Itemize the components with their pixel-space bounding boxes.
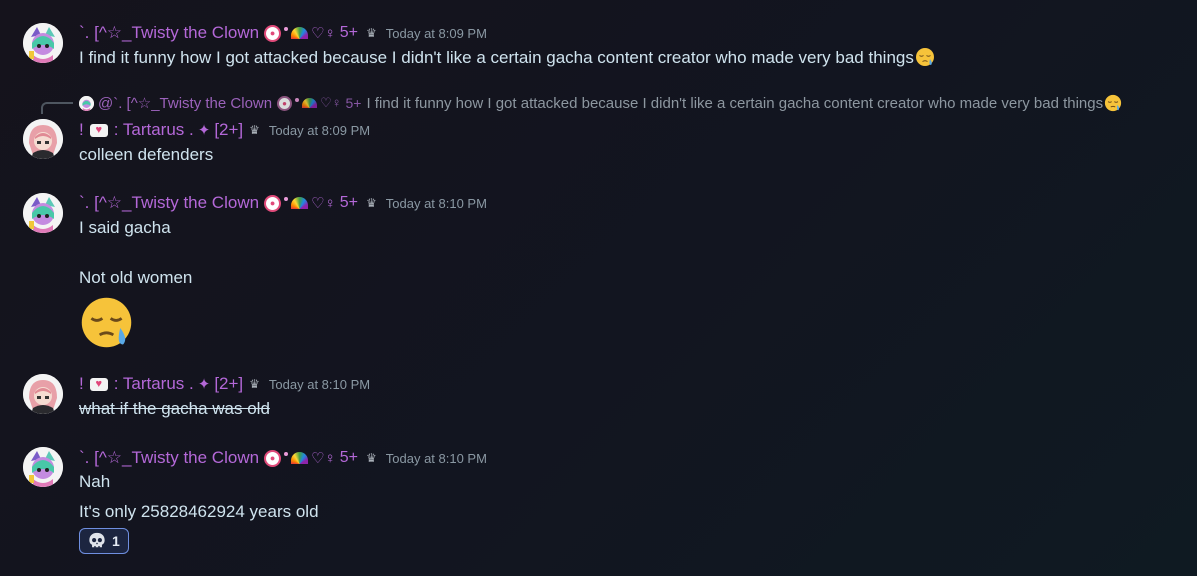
author-prefix: !: [79, 374, 84, 393]
clown-badge-icon: ●: [264, 449, 282, 467]
twisty-avatar-icon: [79, 95, 94, 111]
reply-preview[interactable]: @`. [^☆_Twisty the Clown ● ♡♀ 5+ I find …: [79, 93, 1122, 113]
timestamp: Today at 8:10 PM: [385, 195, 487, 211]
twisty-avatar-icon: [23, 23, 63, 63]
tartarus-avatar-icon: [23, 119, 63, 159]
reply-badges: ● ♡♀ 5+: [277, 95, 361, 111]
message-text: Nah: [79, 472, 111, 491]
heart-badge-icon: ♥: [89, 123, 108, 137]
message-text: I find it funny how I got attacked becau…: [79, 48, 914, 67]
badge-count: 5+: [339, 449, 358, 466]
author-badges: ● ♡♀ 5+: [264, 194, 358, 212]
gender-badge: ♡♀: [320, 95, 342, 110]
crown-icon: ♛: [366, 451, 377, 465]
author-prefix: !: [79, 120, 84, 139]
sleepy-face-icon: [1105, 94, 1122, 112]
message-content: I find it funny how I got attacked becau…: [79, 47, 935, 68]
clown-badge-icon: ●: [264, 24, 282, 42]
author-suffix: [2+]: [214, 120, 244, 139]
timestamp: Today at 8:09 PM: [268, 122, 371, 138]
sleepy-face-icon: [81, 297, 132, 348]
message-text: what if the gacha was old: [79, 399, 270, 418]
sparkle-dot-icon: [284, 197, 289, 201]
author-suffix: [2+]: [214, 374, 244, 393]
rainbow-icon: [291, 27, 309, 39]
sleepy-face-icon: [915, 48, 934, 66]
tartarus-avatar-icon: [23, 374, 63, 414]
crown-icon: ♛: [249, 123, 260, 137]
message-text: colleen defenders: [79, 145, 214, 164]
reply-text: I find it funny how I got attacked becau…: [366, 94, 1104, 112]
clown-badge-icon: ●: [277, 95, 293, 111]
heart-badge-icon: ♥: [89, 377, 108, 391]
message-text: It's only 25828462924 years old: [79, 502, 319, 521]
author-name[interactable]: : Tartarus .: [114, 120, 194, 140]
sparkle-icon: ✦: [197, 376, 211, 393]
message-text: Not old women: [79, 268, 193, 287]
badge-count: 5+: [345, 95, 362, 111]
sparkle-dot-icon: [284, 452, 289, 456]
timestamp: Today at 8:10 PM: [385, 450, 487, 466]
crown-icon: ♛: [249, 377, 260, 391]
crown-icon: ♛: [366, 196, 377, 210]
avatar-twisty[interactable]: [23, 23, 63, 63]
reaction-count: 1: [112, 533, 120, 549]
timestamp: Today at 8:09 PM: [385, 25, 487, 41]
reply-connector: [41, 102, 73, 114]
reply-avatar: [79, 95, 94, 111]
sparkle-dot-icon: [295, 98, 300, 102]
reaction-skull[interactable]: 1: [79, 528, 129, 554]
sparkle-icon: ✦: [197, 122, 211, 139]
gender-badge: ♡♀: [311, 25, 336, 42]
avatar-twisty[interactable]: [23, 193, 63, 233]
gender-badge: ♡♀: [311, 195, 336, 212]
author-name[interactable]: `. [^☆_Twisty the Clown: [79, 448, 259, 468]
timestamp: Today at 8:10 PM: [268, 376, 371, 392]
skull-icon: [89, 532, 105, 548]
avatar-tartarus[interactable]: [23, 374, 63, 414]
rainbow-icon: [302, 98, 318, 108]
rainbow-icon: [291, 452, 309, 464]
twisty-avatar-icon: [23, 193, 63, 233]
badge-count: 5+: [339, 194, 358, 211]
sparkle-dot-icon: [284, 27, 289, 31]
gender-badge: ♡♀: [311, 450, 336, 467]
crown-icon: ♛: [366, 26, 377, 40]
twisty-avatar-icon: [23, 447, 63, 487]
author-badges: ● ♡♀ 5+: [264, 24, 358, 42]
reply-author[interactable]: @`. [^☆_Twisty the Clown: [98, 94, 272, 112]
avatar-tartarus[interactable]: [23, 119, 63, 159]
author-name[interactable]: : Tartarus .: [114, 374, 194, 394]
clown-badge-icon: ●: [264, 194, 282, 212]
message-text: I said gacha: [79, 218, 171, 237]
author-name[interactable]: `. [^☆_Twisty the Clown: [79, 193, 259, 213]
avatar-twisty[interactable]: [23, 447, 63, 487]
badge-count: 5+: [339, 24, 358, 41]
rainbow-icon: [291, 197, 309, 209]
author-name[interactable]: `. [^☆_Twisty the Clown: [79, 23, 259, 43]
author-badges: ● ♡♀ 5+: [264, 449, 358, 467]
chat-log: `. [^☆_Twisty the Clown ● ♡♀ 5+ ♛ Today …: [0, 0, 1197, 576]
